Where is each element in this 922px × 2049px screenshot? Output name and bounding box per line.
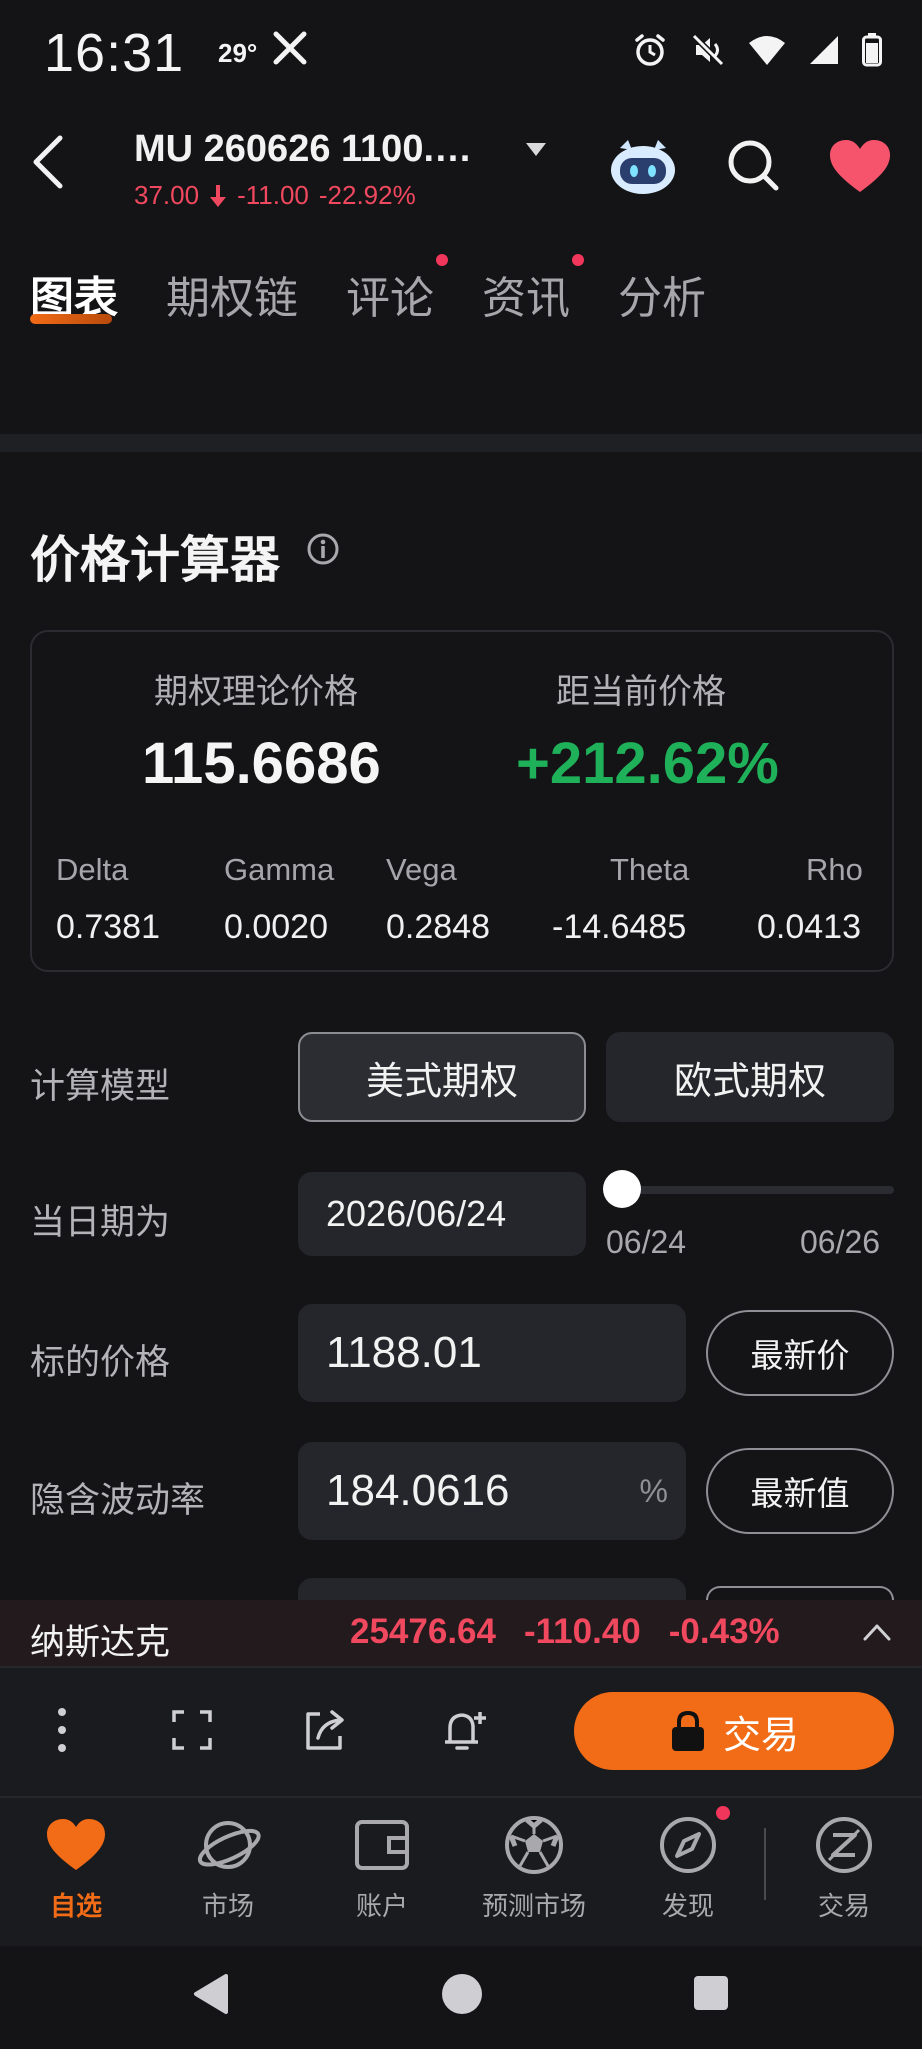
implied-volatility-value: 184.0616 (326, 1466, 510, 1515)
active-tab-indicator (30, 314, 112, 324)
trade-button[interactable]: 交易 (574, 1692, 894, 1770)
index-change: -110.40 (523, 1612, 641, 1651)
theoretical-price-label: 期权理论价格 (154, 673, 358, 711)
trade-icon (816, 1817, 872, 1873)
tab-bar: 图表 期权链 评论 资讯 分析 (30, 254, 706, 332)
greek-label-theta: Theta (610, 852, 690, 887)
quote-line: 37.00 -11.00 -22.92% (134, 180, 416, 211)
soccer-ball-icon (505, 1816, 563, 1874)
greek-value-theta: -14.6485 (552, 908, 687, 946)
tab-news[interactable]: 资讯 (482, 254, 584, 332)
nav-watchlist[interactable]: 自选 (6, 1812, 146, 1932)
section-title: 价格计算器 (30, 532, 280, 588)
robot-assistant-icon[interactable] (608, 134, 678, 198)
favorite-heart-icon[interactable] (828, 138, 892, 194)
planet-icon (197, 1821, 261, 1869)
latest-price-button[interactable]: 最新价 (706, 1310, 894, 1396)
model-label: 计算模型 (30, 1067, 171, 1106)
index-name: 纳斯达克 (30, 1623, 171, 1662)
european-option-button[interactable]: 欧式期权 (606, 1032, 894, 1122)
greek-value-gamma: 0.0020 (224, 908, 328, 946)
status-temperature: 29° (218, 38, 258, 68)
info-icon[interactable] (306, 532, 340, 566)
theoretical-price-value: 115.6686 (142, 731, 381, 796)
option-change: -11.00 (237, 180, 309, 210)
status-time: 16:31 (44, 23, 185, 83)
tab-comments[interactable]: 评论 (346, 254, 448, 332)
trade-button-label: 交易 (722, 1714, 799, 1757)
distance-label: 距当前价格 (556, 673, 726, 711)
distance-value: +212.62% (516, 731, 779, 796)
index-values: 25476.64 -110.40 -0.43% (350, 1612, 780, 1652)
tab-analysis[interactable]: 分析 (618, 262, 706, 332)
option-price: 37.00 (134, 180, 200, 210)
greek-label-delta: Delta (56, 852, 129, 887)
back-icon[interactable] (28, 132, 68, 192)
system-back-icon[interactable] (190, 1972, 230, 2016)
notification-dot (716, 1806, 730, 1820)
wifi-icon (749, 36, 785, 65)
next-pill-partial (706, 1586, 894, 1600)
caret-down-icon[interactable] (524, 140, 548, 160)
implied-volatility-label: 隐含波动率 (30, 1481, 206, 1520)
nav-prediction-market[interactable]: 预测市场 (464, 1812, 604, 1932)
wallet-icon (355, 1820, 409, 1870)
greek-label-vega: Vega (386, 852, 457, 887)
index-change-pct: -0.43% (668, 1612, 780, 1651)
next-field-partial (298, 1578, 686, 1600)
more-vertical-icon[interactable] (38, 1706, 86, 1754)
slider-end-label: 06/26 (800, 1224, 881, 1260)
greek-value-delta: 0.7381 (56, 908, 160, 946)
date-slider-track[interactable] (618, 1186, 894, 1194)
index-value: 25476.64 (350, 1612, 496, 1651)
arrow-down-icon (210, 184, 227, 207)
date-field[interactable]: 2026/06/24 (298, 1172, 586, 1256)
notification-dot (436, 254, 448, 266)
share-icon[interactable] (300, 1706, 348, 1754)
date-label: 当日期为 (30, 1203, 171, 1242)
status-icons (632, 30, 882, 70)
tab-option-chain[interactable]: 期权链 (166, 262, 298, 332)
notification-dot (572, 254, 584, 266)
underlying-price-input[interactable]: 1188.01 (298, 1304, 686, 1402)
system-recents-icon[interactable] (692, 1974, 730, 2012)
chevron-up-icon[interactable] (862, 1622, 892, 1642)
percent-unit: % (639, 1472, 668, 1509)
nav-account[interactable]: 账户 (312, 1812, 452, 1932)
greek-label-rho: Rho (806, 852, 863, 887)
battery-icon (862, 33, 882, 67)
compass-icon (660, 1817, 716, 1873)
search-icon[interactable] (724, 136, 782, 194)
nav-separator (764, 1828, 766, 1900)
latest-value-button[interactable]: 最新值 (706, 1448, 894, 1534)
signal-icon (810, 36, 838, 64)
alarm-icon (635, 34, 665, 66)
section-divider (0, 434, 922, 452)
system-home-icon[interactable] (440, 1972, 484, 2016)
x-app-icon (273, 31, 307, 65)
add-alert-bell-icon[interactable] (440, 1706, 488, 1754)
greek-label-gamma: Gamma (224, 852, 335, 887)
option-title[interactable]: MU 260626 1100.… (134, 128, 472, 171)
heart-icon (47, 1819, 105, 1870)
nav-discover[interactable]: 发现 (618, 1812, 758, 1932)
implied-volatility-input[interactable]: 184.0616 % (298, 1442, 686, 1540)
mute-icon (691, 33, 725, 67)
nav-trade[interactable]: 交易 (774, 1812, 914, 1932)
fullscreen-icon[interactable] (168, 1706, 216, 1754)
option-change-pct: -22.92% (318, 180, 416, 210)
greek-value-rho: 0.0413 (757, 908, 861, 946)
american-option-button[interactable]: 美式期权 (298, 1032, 586, 1122)
underlying-price-label: 标的价格 (30, 1343, 171, 1382)
slider-start-label: 06/24 (606, 1224, 687, 1260)
lock-icon (671, 1710, 704, 1751)
nav-market[interactable]: 市场 (158, 1812, 298, 1932)
greek-value-vega: 0.2848 (386, 908, 490, 946)
date-slider-knob[interactable] (603, 1170, 641, 1208)
